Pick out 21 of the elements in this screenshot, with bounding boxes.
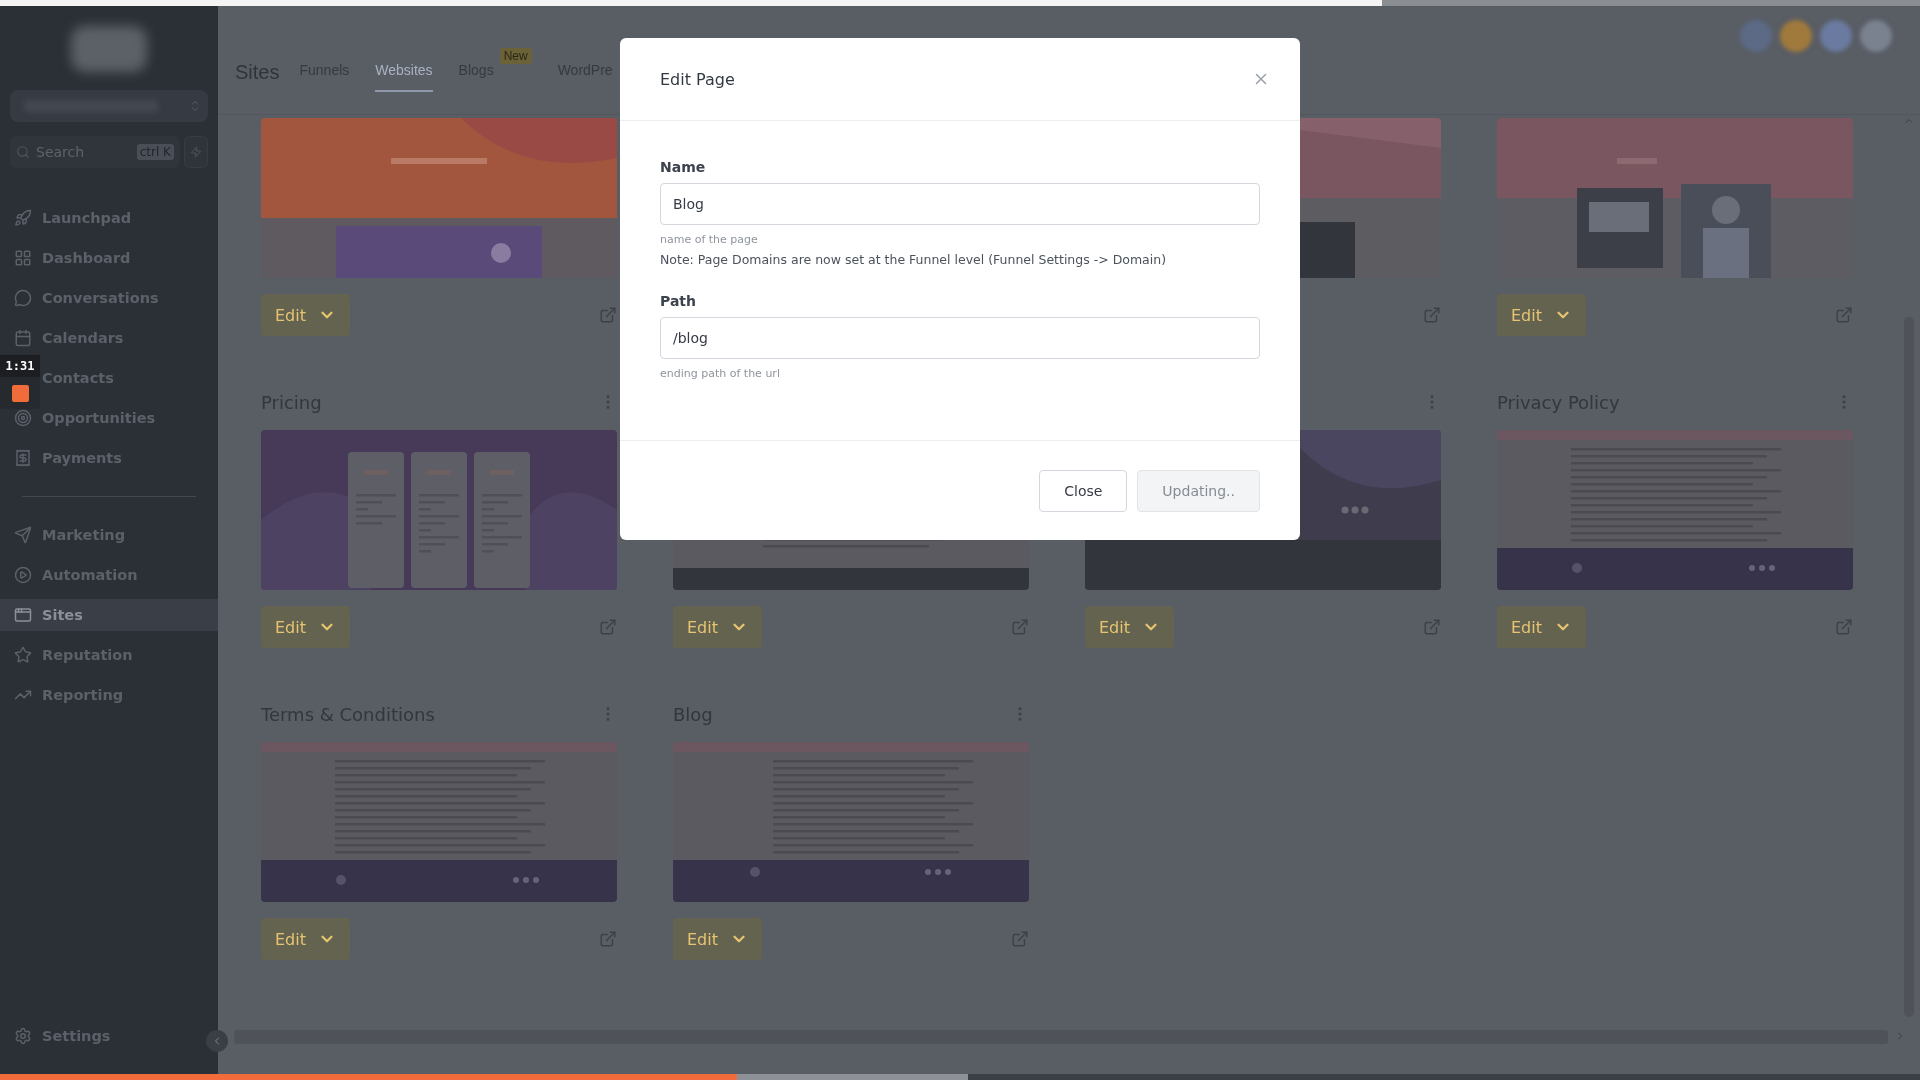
edit-button[interactable]: Edit	[1497, 606, 1586, 648]
tab[interactable]: Websites	[375, 52, 433, 92]
edit-button[interactable]: Edit	[261, 918, 350, 960]
edit-button[interactable]: Edit	[261, 606, 350, 648]
edit-button[interactable]: Edit	[673, 606, 762, 648]
dialog-title: Edit Page	[660, 69, 735, 89]
recording-timer: 1:31	[0, 355, 40, 377]
input-field[interactable]: /blog	[660, 317, 1260, 359]
help-text: ending path of the url	[660, 367, 780, 380]
edit-button[interactable]: Edit	[261, 294, 350, 336]
edit-button[interactable]: Edit	[673, 918, 762, 960]
close-button[interactable]: Close	[1039, 469, 1128, 512]
edit-button[interactable]: Edit	[1085, 606, 1174, 648]
field-label: Name	[660, 159, 706, 175]
field-label: Path	[660, 293, 696, 309]
edit-button[interactable]: Edit	[1497, 294, 1586, 336]
input-field[interactable]: Blog	[660, 183, 1260, 225]
nav-item[interactable]: Sites	[0, 599, 218, 631]
help-text: name of the page	[660, 233, 758, 246]
note-text: Note: Page Domains are now set at the Funnel level (Funnel Settings -> Domain)	[660, 252, 1167, 267]
new-badge: New	[499, 48, 532, 64]
